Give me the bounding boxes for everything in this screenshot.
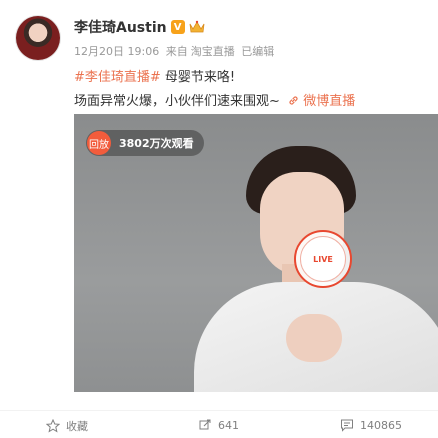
live-video-card[interactable]: 回放 3802万次观看 LIVE [74, 114, 438, 392]
post-text-line1: #李佳琦直播# 母婴节来咯! [74, 66, 235, 85]
favorite-label: 收藏 [66, 420, 88, 433]
comment-count: 140865 [360, 418, 402, 432]
post-meta: 12月20日 19:06 来自 淘宝直播 已编辑 [74, 43, 277, 59]
verified-badge-icon: V [170, 20, 185, 34]
live-play-button[interactable]: LIVE [294, 230, 352, 288]
repost-button[interactable]: 641 [198, 418, 239, 432]
live-icon: LIVE [300, 236, 346, 282]
edited-label: 已编辑 [241, 45, 275, 58]
favorite-button[interactable]: 收藏 [46, 418, 88, 434]
footer-divider [0, 410, 438, 411]
star-icon [46, 419, 60, 433]
view-count: 3802万次观看 [119, 137, 194, 150]
comment-icon [340, 418, 354, 432]
replay-badge: 回放 [87, 131, 111, 155]
video-frame-hand [286, 314, 342, 362]
post-text: 场面异常火爆，小伙伴们速来围观~ [74, 94, 280, 109]
live-label: LIVE [313, 254, 333, 264]
repost-icon [198, 418, 212, 432]
post-timestamp[interactable]: 12月20日 19:06 [74, 45, 159, 58]
source-prefix: 来自 [165, 45, 188, 58]
comment-button[interactable]: 140865 [340, 418, 402, 432]
post-source[interactable]: 淘宝直播 [191, 45, 235, 58]
repost-count: 641 [218, 418, 239, 432]
post-text: 母婴节来咯! [160, 70, 236, 85]
link-icon [288, 94, 303, 109]
username-row: 李佳琦Austin V [74, 17, 205, 37]
username[interactable]: 李佳琦Austin [74, 17, 167, 37]
vip-crown-icon [189, 20, 205, 34]
replay-pill: 回放 3802万次观看 [86, 130, 204, 156]
post-text-line2: 场面异常火爆，小伙伴们速来围观~ 微博直播 [74, 90, 355, 109]
live-link[interactable]: 微博直播 [303, 94, 355, 109]
avatar[interactable] [16, 16, 60, 60]
hashtag-link[interactable]: #李佳琦直播# [74, 70, 161, 85]
